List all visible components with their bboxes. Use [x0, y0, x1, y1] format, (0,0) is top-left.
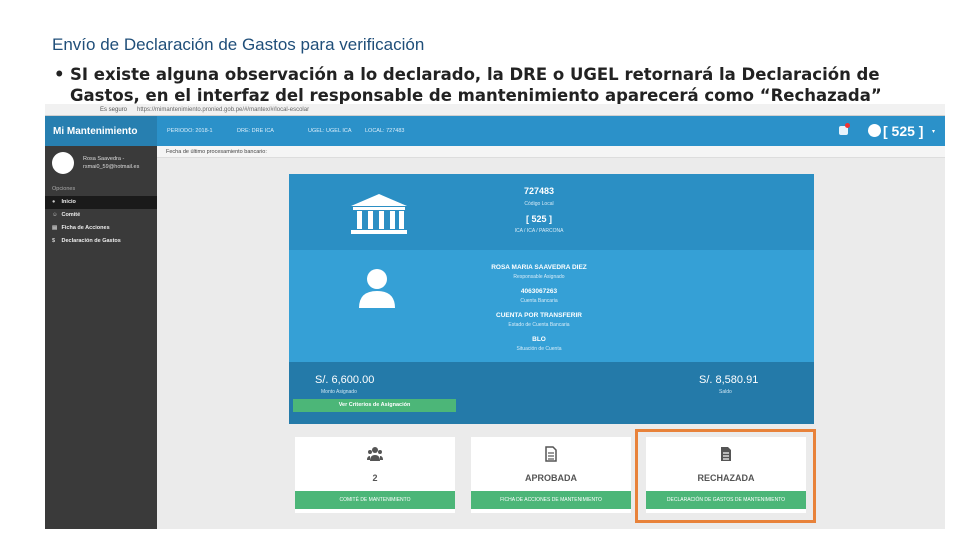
sidebar-item-label: Inicio — [61, 199, 76, 205]
bracket-code: [ 525 ] — [525, 214, 552, 224]
account-number: 4063067263 — [520, 288, 558, 295]
users-icon — [367, 447, 383, 461]
sidebar-item-inicio[interactable]: ● Inicio — [45, 196, 157, 209]
sidebar-item-label: Declaración de Gastos — [61, 238, 121, 244]
school-info-card: 727483 Código Local [ 525 ] ICA / ICA / … — [289, 174, 814, 424]
tile-value: 2 — [372, 473, 378, 483]
location-text: ICA / ICA / PARCONA — [514, 228, 564, 234]
tile-comite[interactable]: 2 COMITÉ DE MANTENIMIENTO — [295, 437, 455, 513]
url-text[interactable]: https://mimantenimiento.pronied.gob.pe/#… — [137, 107, 309, 113]
ugel-info: UGEL: UGEL ICA — [308, 128, 352, 134]
list-icon: ▤ — [52, 225, 58, 231]
balance-amount: S/. 8,580.91 — [699, 374, 759, 386]
periodo-info: PERIODO: 2018-1 — [167, 128, 213, 134]
assigned-label: Monto Asignado — [321, 389, 357, 395]
dre-info: DRE: DRE ICA — [237, 128, 274, 134]
sidebar-item-ficha[interactable]: ▤ Ficha de Acciones — [45, 222, 157, 235]
tile-value: APROBADA — [524, 473, 577, 483]
assigned-amount: S/. 6,600.00 — [315, 374, 375, 386]
slide-title: Envío de Declaración de Gastos para veri… — [52, 35, 425, 54]
sidebar-item-label: Ficha de Acciones — [61, 225, 110, 231]
tile-ficha[interactable]: APROBADA FICHA DE ACCIONES DE MANTENIMIE… — [471, 437, 631, 513]
notification-badge — [845, 123, 850, 128]
comite-button[interactable]: COMITÉ DE MANTENIMIENTO — [295, 491, 455, 509]
user-profile: Rosa Saavedra - rsmai0_59@hotmail.es — [45, 146, 157, 181]
user-code-button[interactable]: [ 525 ] — [883, 123, 923, 139]
person-icon — [359, 269, 395, 308]
bullet-marker: • — [54, 65, 65, 84]
document-icon — [545, 446, 557, 462]
chevron-down-icon[interactable]: ▾ — [932, 128, 935, 135]
responsible-label: Responsable Asignado — [513, 274, 565, 280]
school-code: 727483 — [523, 186, 555, 196]
account-type: CUENTA POR TRANSFERIR — [496, 312, 582, 319]
sidebar-item-label: Comité — [61, 212, 81, 218]
options-label: Opciones — [52, 186, 76, 192]
top-navbar: Mi Mantenimiento PERIODO: 2018-1 DRE: DR… — [45, 116, 945, 146]
app-screenshot: Es seguro https://mimantenimiento.pronie… — [45, 104, 945, 529]
highlight-box — [635, 429, 816, 523]
school-code-label: Código Local — [524, 201, 554, 207]
card-band-bottom — [289, 362, 814, 424]
browser-address-bar[interactable]: Es seguro https://mimantenimiento.pronie… — [45, 104, 945, 116]
profile-email: rsmai0_59@hotmail.es — [83, 164, 140, 170]
view-criteria-button[interactable]: Ver Criterios de Asignación — [293, 399, 456, 412]
ficha-button[interactable]: FICHA DE ACCIONES DE MANTENIMIENTO — [471, 491, 631, 509]
bank-icon — [351, 194, 407, 234]
secure-label: Es seguro — [100, 107, 128, 113]
sidebar-item-comite[interactable]: ☺ Comité — [45, 209, 157, 222]
profile-name: Rosa Saavedra - — [83, 156, 125, 162]
sidebar: Rosa Saavedra - rsmai0_59@hotmail.es Opc… — [45, 146, 157, 529]
account-status: BLO — [532, 336, 546, 343]
last-processing-date: Fecha de último procesamiento bancario: — [157, 146, 945, 158]
account-status-label: Situación de Cuenta — [516, 346, 562, 352]
brand-logo[interactable]: Mi Mantenimiento — [45, 116, 157, 146]
bullet-text: SI existe alguna observación a lo declar… — [70, 65, 882, 105]
sidebar-item-declaracion[interactable]: $ Declaración de Gastos — [45, 235, 157, 248]
slide-bullet: • SI existe alguna observación a lo decl… — [54, 64, 946, 106]
account-label: Cuenta Bancaria — [520, 298, 558, 304]
home-dot-icon: ● — [52, 199, 56, 205]
user-icon[interactable] — [868, 124, 881, 137]
responsible-name: ROSA MARIA SAAVEDRA DIEZ — [491, 264, 587, 271]
balance-label: Saldo — [719, 389, 732, 395]
avatar — [52, 152, 74, 174]
local-info: LOCAL: 727483 — [365, 128, 405, 134]
users-icon: ☺ — [52, 212, 58, 218]
account-type-label: Estado de Cuenta Bancaria — [508, 322, 570, 328]
dollar-icon: $ — [52, 238, 56, 244]
